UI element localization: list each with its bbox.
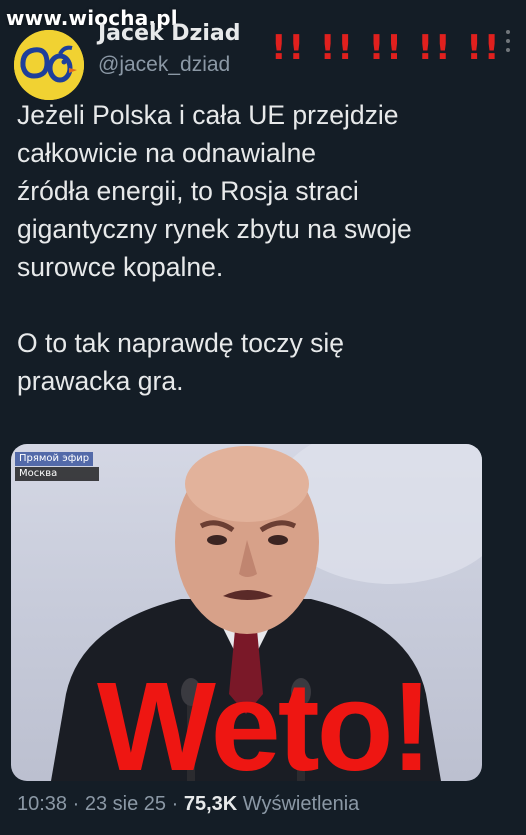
tweet-screenshot: www.wiocha.pl Jacek Dziad @jacek_dziad !… [0,0,526,835]
avatar[interactable] [14,30,84,100]
tweet-meta: 10:38 · 23 sie 25 · 75,3K Wyświetlenia [17,793,359,816]
author-name[interactable]: Jacek Dziad [98,21,240,46]
tweet-paragraph: O to tak naprawdę toczy się prawacka gra… [17,328,344,396]
separator: · [72,793,80,815]
more-options-icon[interactable] [504,30,512,52]
tweet-time[interactable]: 10:38 [17,793,67,815]
overlay-caption: Weto! [97,656,433,782]
live-label: Прямой эфир [15,452,94,466]
tweet-date[interactable]: 23 sie 25 [85,793,166,815]
tweet-image[interactable]: Прямой эфир Москва Weto! [11,444,482,781]
views-label: Wyświetlenia [242,793,360,815]
author-handle[interactable]: @jacek_dziad [98,53,230,77]
tweet-paragraph: Jeżeli Polska i cała UE przejdzie całkow… [17,100,412,282]
live-broadcast-tag: Прямой эфир Москва [15,452,99,481]
tweet-text: Jeżeli Polska i cała UE przejdzie całkow… [17,96,517,400]
separator: · [171,793,179,815]
city-label: Москва [15,467,99,481]
exclamation-marks: !! !! !! !! !! [271,28,502,68]
views-count[interactable]: 75,3K [184,793,237,815]
duck-logo-icon [14,30,84,100]
